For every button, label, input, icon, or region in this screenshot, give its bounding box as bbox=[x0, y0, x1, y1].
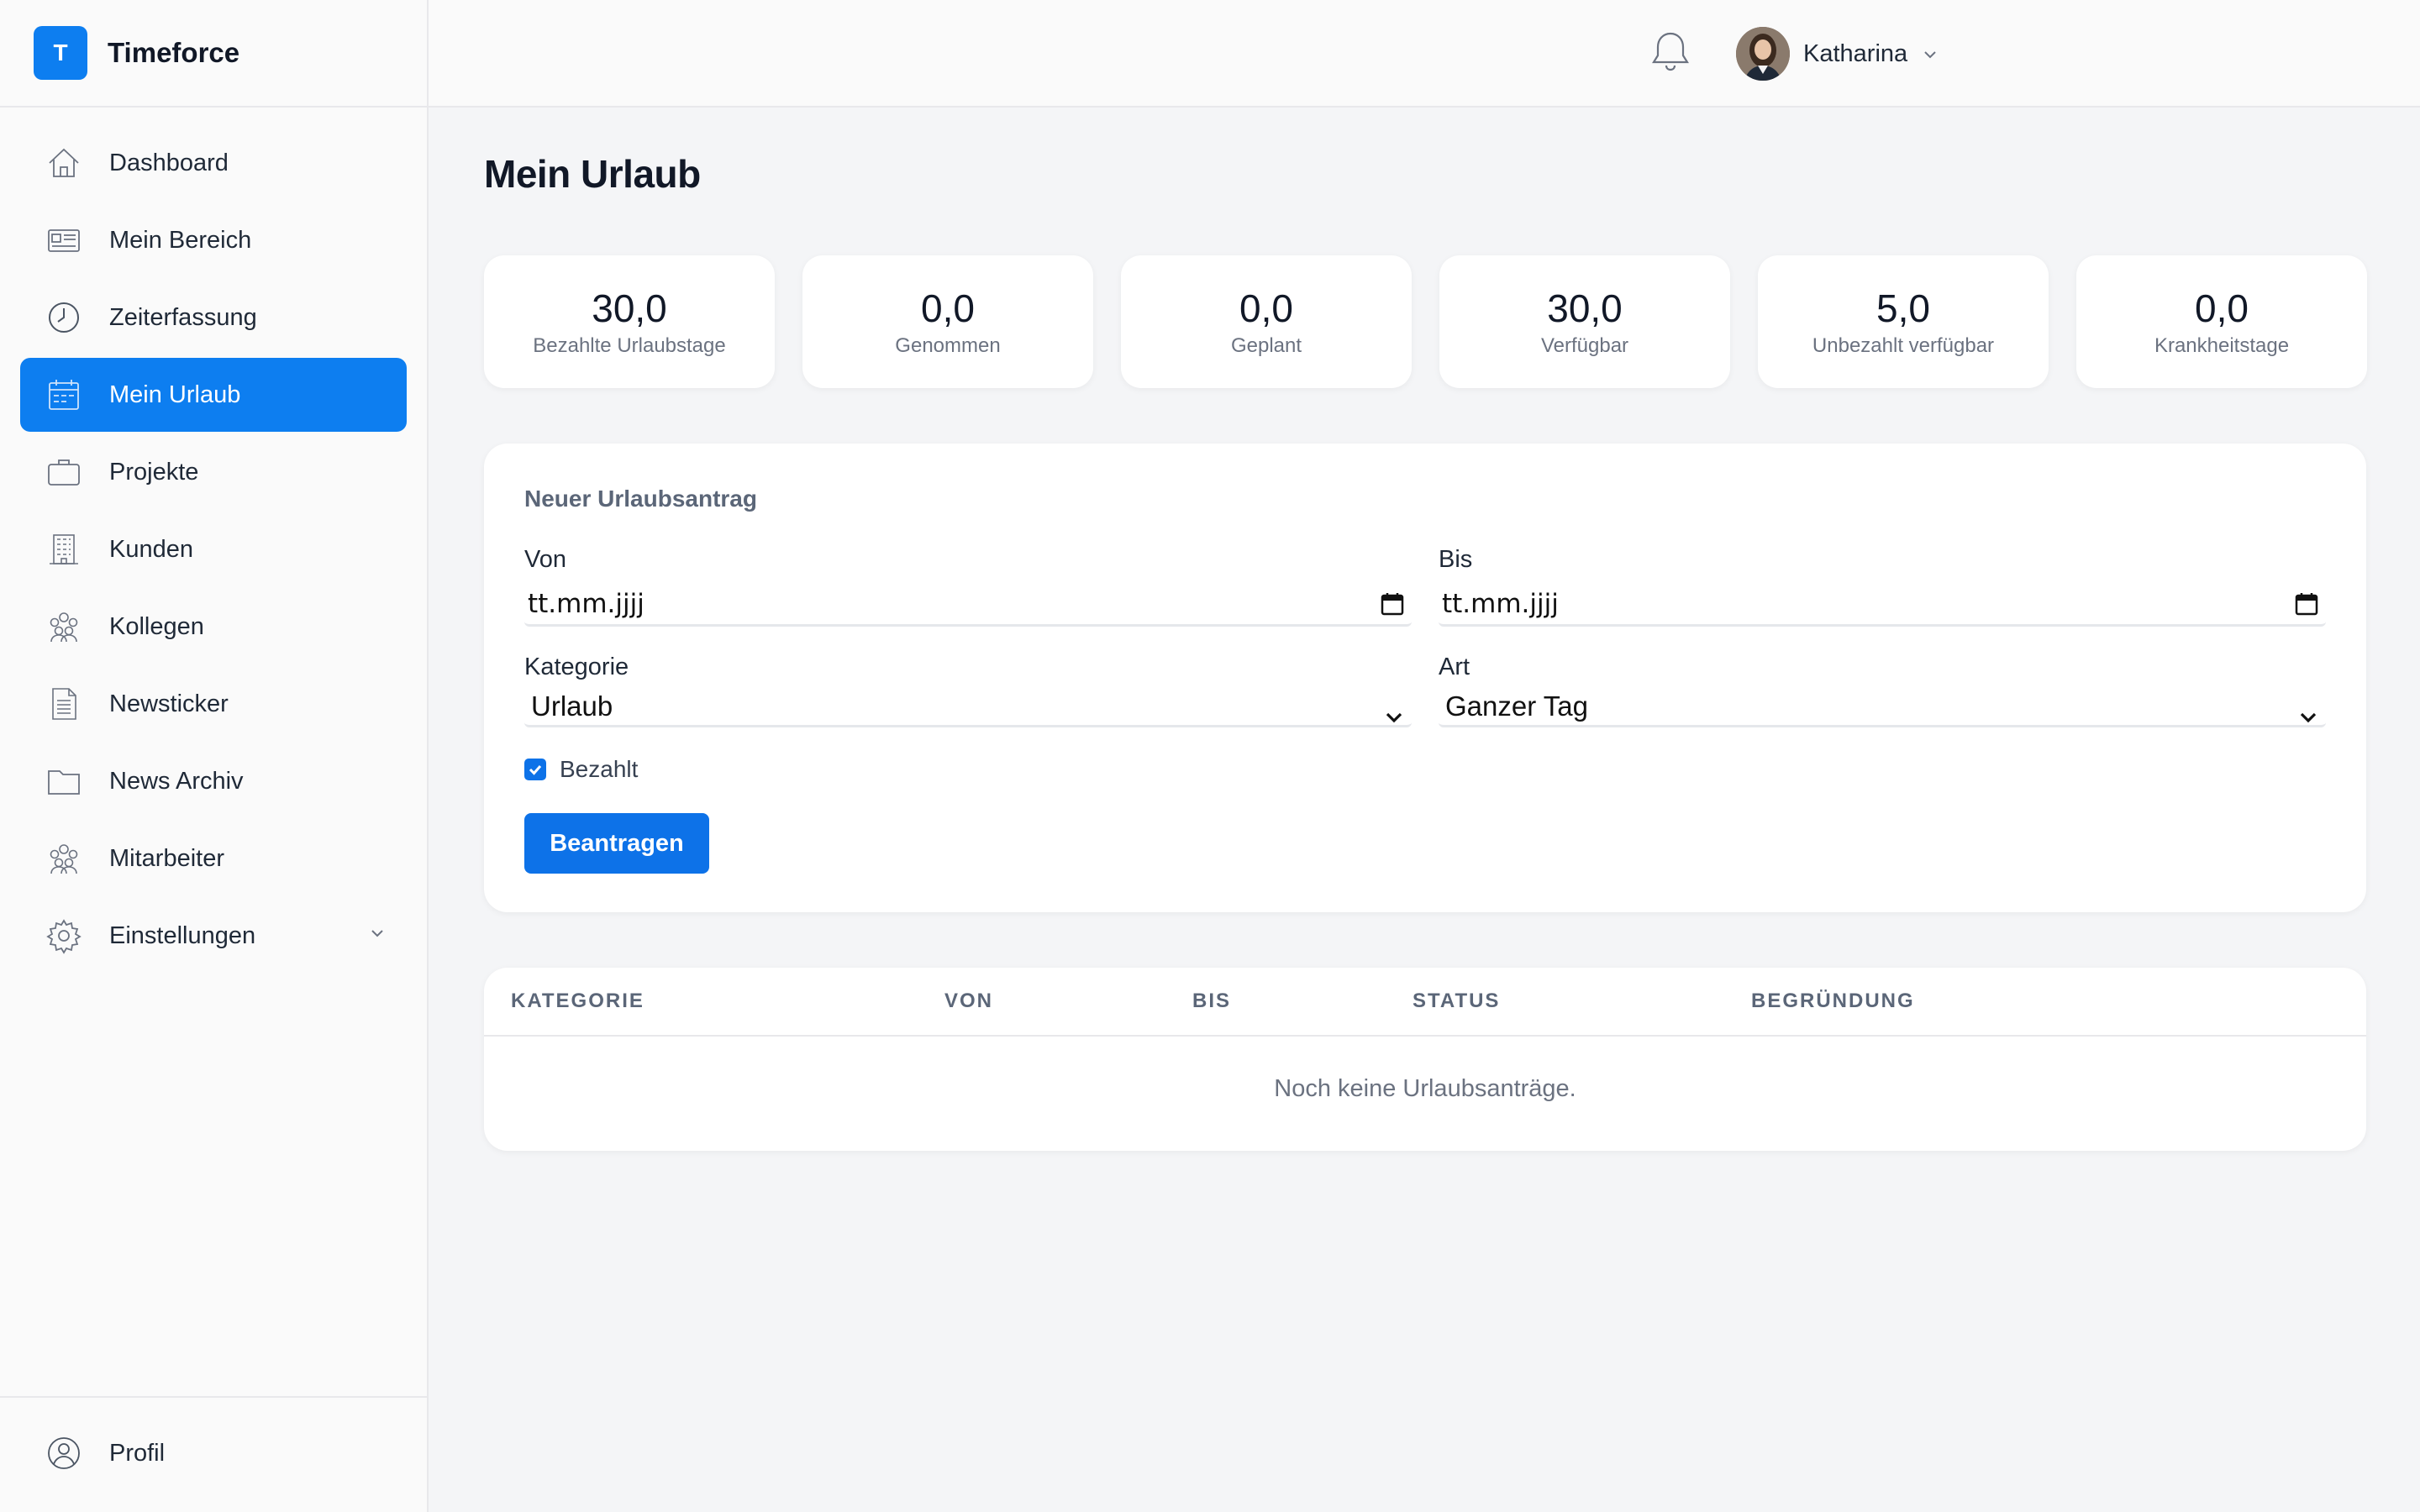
briefcase-icon bbox=[44, 452, 84, 492]
stat-value: 30,0 bbox=[592, 286, 667, 330]
type-label: Art bbox=[1439, 654, 1470, 680]
user-circle-icon bbox=[44, 1433, 84, 1473]
user-name: Katharina bbox=[1803, 39, 1908, 67]
from-date-input[interactable]: tt.mm.jjjj bbox=[524, 583, 1412, 627]
paid-label: Bezahlt bbox=[560, 756, 639, 782]
sidebar-item-mitarbeiter[interactable]: Mitarbeiter bbox=[20, 822, 407, 895]
empty-state-text: Noch keine Urlaubsanträge. bbox=[1274, 1075, 1576, 1102]
sidebar-item-zeiterfassung[interactable]: Zeiterfassung bbox=[20, 281, 407, 354]
sidebar-item-news-archiv[interactable]: News Archiv bbox=[20, 744, 407, 818]
sidebar-item-label: Projekte bbox=[109, 458, 199, 486]
sidebar-item-dashboard[interactable]: Dashboard bbox=[20, 126, 407, 200]
stat-label: Unbezahlt verfügbar bbox=[1812, 334, 1995, 357]
sidebar: T Timeforce Dashboard Mein Bereich Zeite… bbox=[0, 0, 429, 1512]
stat-card-krankheitstage: 0,0 Krankheitstage bbox=[2076, 255, 2367, 388]
sidebar-item-label: Mein Bereich bbox=[109, 226, 252, 254]
sidebar-item-mein-urlaub[interactable]: Mein Urlaub bbox=[20, 358, 407, 432]
leave-requests-table: KATEGORIE VON BIS STATUS BEGRÜNDUNG Noch… bbox=[484, 968, 2366, 1151]
folder-icon bbox=[44, 761, 84, 801]
stat-card-verfuegbar: 30,0 Verfügbar bbox=[1439, 255, 1730, 388]
stat-value: 0,0 bbox=[1239, 286, 1293, 330]
id-card-icon bbox=[44, 220, 84, 260]
category-value: Urlaub bbox=[531, 690, 613, 722]
brand[interactable]: T Timeforce bbox=[0, 0, 427, 108]
sidebar-item-label: Mitarbeiter bbox=[109, 844, 224, 872]
stat-value: 5,0 bbox=[1876, 286, 1930, 330]
building-icon bbox=[44, 529, 84, 570]
column-header-status: STATUS bbox=[1413, 990, 1501, 1012]
bell-icon[interactable] bbox=[1645, 27, 1696, 77]
stat-card-unbezahlt-verfuegbar: 5,0 Unbezahlt verfügbar bbox=[1758, 255, 2049, 388]
avatar[interactable] bbox=[1736, 27, 1790, 81]
stat-label: Genommen bbox=[895, 334, 1001, 357]
sidebar-footer: Profil bbox=[0, 1396, 427, 1512]
chevron-down-icon bbox=[1385, 701, 1403, 732]
calendar-icon[interactable] bbox=[2294, 591, 2319, 623]
top-bar bbox=[429, 0, 2420, 108]
from-date-value: tt.mm.jjjj bbox=[528, 588, 644, 619]
to-label: Bis bbox=[1439, 546, 1473, 573]
stat-card-geplant: 0,0 Geplant bbox=[1121, 255, 1412, 388]
stat-card-genommen: 0,0 Genommen bbox=[802, 255, 1093, 388]
chevron-down-icon bbox=[1923, 47, 1938, 66]
sidebar-item-label: Kollegen bbox=[109, 612, 204, 640]
sidebar-item-newsticker[interactable]: Newsticker bbox=[20, 667, 407, 741]
from-label: Von bbox=[524, 546, 566, 573]
clock-icon bbox=[44, 297, 84, 338]
app-logo: T bbox=[34, 26, 87, 80]
column-header-kategorie: KATEGORIE bbox=[511, 990, 644, 1012]
stat-value: 0,0 bbox=[2195, 286, 2249, 330]
form-heading: Neuer Urlaubsantrag bbox=[524, 486, 757, 512]
stat-value: 0,0 bbox=[921, 286, 975, 330]
sidebar-item-label: News Archiv bbox=[109, 767, 244, 795]
stat-label: Krankheitstage bbox=[2154, 334, 2290, 357]
page-title: Mein Urlaub bbox=[484, 152, 701, 196]
paid-checkbox-row[interactable]: Bezahlt bbox=[524, 756, 638, 783]
group-icon bbox=[44, 838, 84, 879]
sidebar-item-label: Mein Urlaub bbox=[109, 381, 241, 408]
sidebar-item-label: Einstellungen bbox=[109, 921, 256, 949]
chevron-down-icon[interactable] bbox=[370, 926, 385, 945]
stat-value: 30,0 bbox=[1547, 286, 1623, 330]
sidebar-item-label: Kunden bbox=[109, 535, 193, 563]
sidebar-item-label: Profil bbox=[109, 1439, 166, 1467]
user-menu[interactable]: Katharina bbox=[1736, 27, 1938, 81]
stat-label: Bezahlte Urlaubstage bbox=[533, 334, 726, 357]
sidebar-item-label: Newsticker bbox=[109, 690, 229, 717]
category-label: Kategorie bbox=[524, 654, 629, 680]
stat-label: Geplant bbox=[1230, 334, 1302, 357]
sidebar-item-kunden[interactable]: Kunden bbox=[20, 512, 407, 586]
category-select[interactable]: Urlaub bbox=[524, 687, 1412, 727]
app-name: Timeforce bbox=[108, 37, 240, 68]
sidebar-item-mein-bereich[interactable]: Mein Bereich bbox=[20, 203, 407, 277]
sidebar-item-label: Zeiterfassung bbox=[109, 303, 257, 331]
type-select[interactable]: Ganzer Tag bbox=[1439, 687, 2326, 727]
stats-row: 30,0 Bezahlte Urlaubstage 0,0 Genommen 0… bbox=[484, 255, 2367, 388]
calendar-icon[interactable] bbox=[1380, 591, 1405, 623]
to-date-input[interactable]: tt.mm.jjjj bbox=[1439, 583, 2326, 627]
leave-request-form: Neuer Urlaubsantrag Von tt.mm.jjjj Bis t… bbox=[484, 444, 2366, 912]
document-icon bbox=[44, 684, 84, 724]
sidebar-item-einstellungen[interactable]: Einstellungen bbox=[20, 899, 407, 973]
sidebar-item-label: Dashboard bbox=[109, 149, 229, 176]
type-value: Ganzer Tag bbox=[1445, 690, 1588, 722]
group-icon bbox=[44, 606, 84, 647]
column-header-von: VON bbox=[944, 990, 994, 1012]
paid-checkbox[interactable] bbox=[524, 759, 546, 780]
sidebar-item-profil[interactable]: Profil bbox=[20, 1416, 407, 1490]
chevron-down-icon bbox=[2299, 701, 2317, 732]
column-header-begruendung: BEGRÜNDUNG bbox=[1751, 990, 1915, 1012]
column-header-bis: BIS bbox=[1192, 990, 1232, 1012]
table-header: KATEGORIE VON BIS STATUS BEGRÜNDUNG bbox=[484, 968, 2366, 1037]
stat-card-bezahlte-urlaubstage: 30,0 Bezahlte Urlaubstage bbox=[484, 255, 775, 388]
stat-label: Verfügbar bbox=[1540, 334, 1629, 357]
sidebar-nav: Dashboard Mein Bereich Zeiterfassung Mei… bbox=[0, 108, 427, 973]
calendar-icon bbox=[44, 375, 84, 415]
sidebar-item-projekte[interactable]: Projekte bbox=[20, 435, 407, 509]
to-date-value: tt.mm.jjjj bbox=[1442, 588, 1559, 619]
gear-icon bbox=[44, 916, 84, 956]
sidebar-item-kollegen[interactable]: Kollegen bbox=[20, 590, 407, 664]
home-icon bbox=[44, 143, 84, 183]
submit-request-button[interactable]: Beantragen bbox=[524, 813, 709, 874]
